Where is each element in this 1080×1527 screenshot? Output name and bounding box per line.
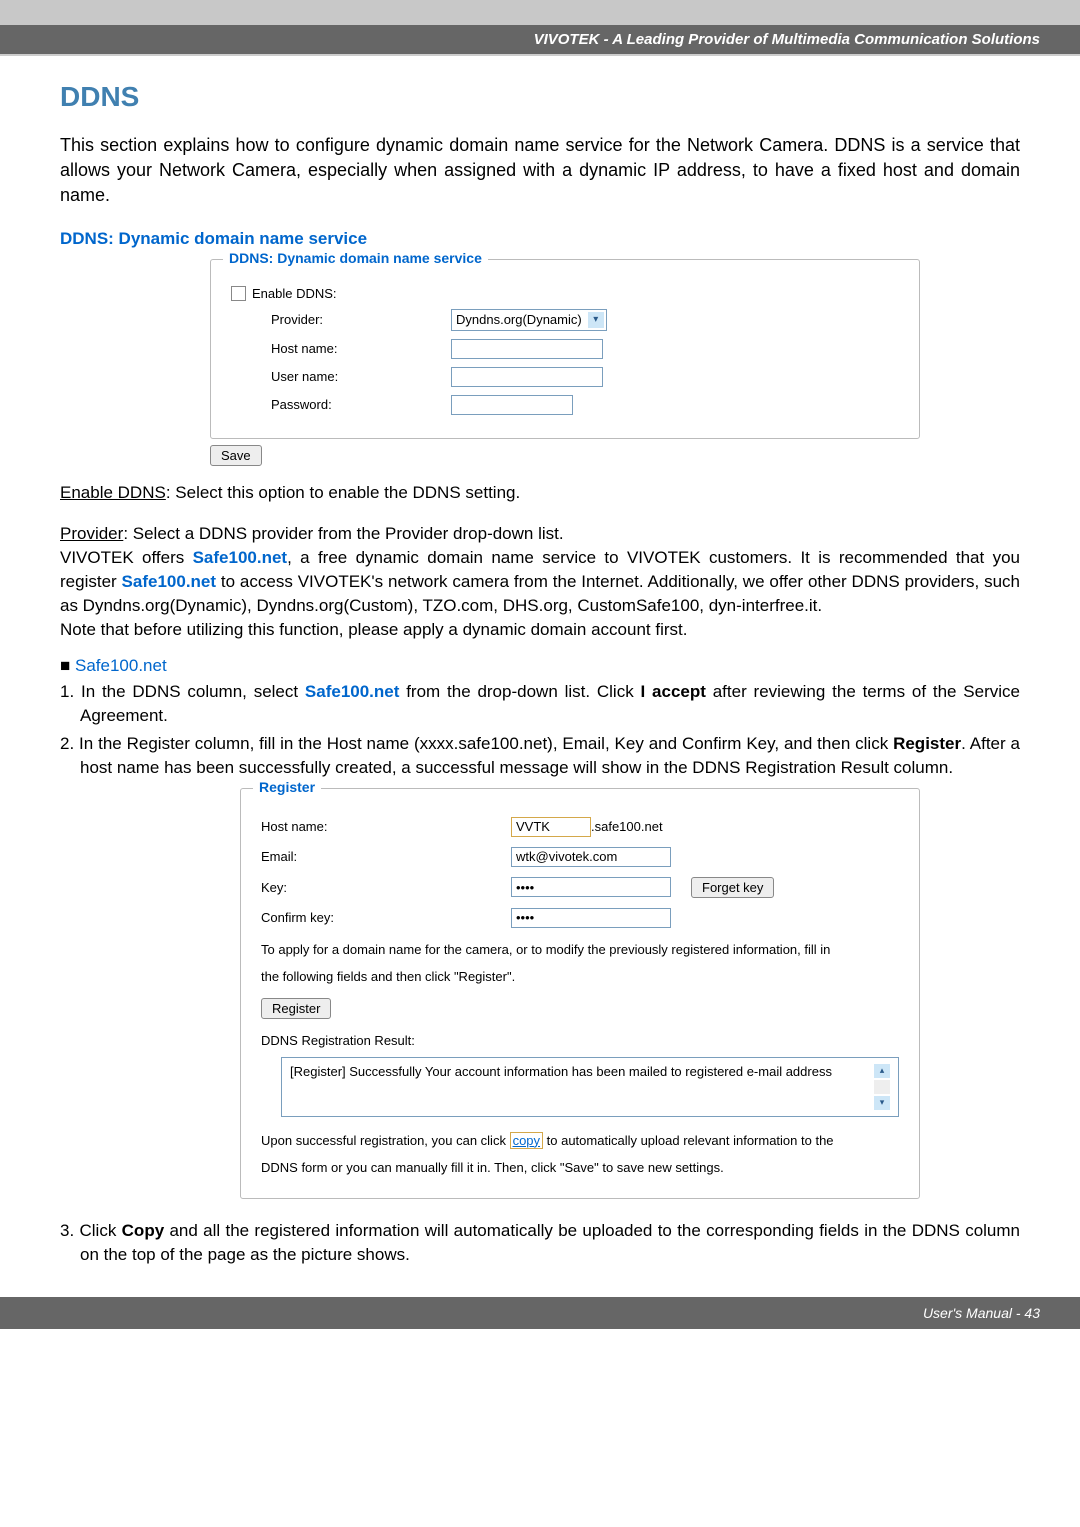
- reg-email-label: Email:: [261, 849, 511, 864]
- hostname-suffix: .safe100.net: [591, 819, 663, 834]
- reg-desc-1: To apply for a domain name for the camer…: [261, 938, 899, 961]
- safe100-heading: ■ Safe100.net: [60, 656, 1020, 676]
- password-input[interactable]: [451, 395, 573, 415]
- password-label: Password:: [231, 397, 451, 412]
- reg-key-label: Key:: [261, 880, 511, 895]
- reg-confirmkey-input[interactable]: ••••: [511, 908, 671, 928]
- step-1: 1. In the DDNS column, select Safe100.ne…: [60, 680, 1020, 728]
- hostname-label: Host name:: [231, 341, 451, 356]
- reg-hostname-input[interactable]: VVTK: [511, 817, 591, 837]
- reg-hostname-row: Host name: VVTK .safe100.net: [261, 817, 899, 837]
- reg-desc-2: the following fields and then click "Reg…: [261, 965, 899, 988]
- reg-hostname-label: Host name:: [261, 819, 511, 834]
- reg-key-row: Key: •••• Forget key: [261, 877, 899, 898]
- result-label: DDNS Registration Result:: [261, 1029, 899, 1052]
- page-footer: User's Manual - 43: [0, 1297, 1080, 1329]
- enable-ddns-checkbox[interactable]: [231, 286, 246, 301]
- result-text: [Register] Successfully Your account inf…: [290, 1064, 832, 1079]
- step-2: 2. In the Register column, fill in the H…: [60, 732, 1020, 780]
- chevron-down-icon: ▾: [588, 312, 604, 328]
- reg-confirmkey-label: Confirm key:: [261, 910, 511, 925]
- enable-ddns-row: Enable DDNS:: [231, 286, 899, 301]
- safe100-link: Safe100.net: [193, 548, 288, 567]
- save-button[interactable]: Save: [210, 445, 262, 466]
- reg-footer-1: Upon successful registration, you can cl…: [261, 1129, 899, 1152]
- register-legend: Register: [253, 779, 321, 795]
- register-fieldset: Register Host name: VVTK .safe100.net Em…: [240, 788, 920, 1200]
- ddns-form-screenshot: DDNS: Dynamic domain name service Enable…: [210, 259, 920, 466]
- provider-select[interactable]: Dyndns.org(Dynamic) ▾: [451, 309, 607, 331]
- scroll-track: [874, 1080, 890, 1094]
- reg-email-input[interactable]: wtk@vivotek.com: [511, 847, 671, 867]
- username-label: User name:: [231, 369, 451, 384]
- provider-term: Provider: [60, 524, 123, 543]
- password-row: Password:: [231, 395, 899, 415]
- forget-key-button[interactable]: Forget key: [691, 877, 774, 898]
- hostname-input[interactable]: [451, 339, 603, 359]
- hostname-row: Host name:: [231, 339, 899, 359]
- scroll-down-icon[interactable]: ▾: [874, 1096, 890, 1110]
- reg-footer-2: DDNS form or you can manually fill it in…: [261, 1156, 899, 1179]
- page-title: DDNS: [60, 81, 1020, 113]
- register-button[interactable]: Register: [261, 998, 331, 1019]
- top-band: [0, 0, 1080, 25]
- subsection-title: DDNS: Dynamic domain name service: [60, 229, 1020, 249]
- username-input[interactable]: [451, 367, 603, 387]
- scroll-up-icon[interactable]: ▴: [874, 1064, 890, 1078]
- ddns-fieldset: DDNS: Dynamic domain name service Enable…: [210, 259, 920, 439]
- header-divider: [0, 54, 1080, 56]
- safe100-link-3: Safe100.net: [305, 682, 400, 701]
- enable-ddns-term: Enable DDNS: [60, 483, 166, 502]
- step-3: 3. Click Copy and all the registered inf…: [60, 1219, 1020, 1267]
- enable-ddns-description: Enable DDNS: Select this option to enabl…: [60, 481, 1020, 505]
- register-form-screenshot: Register Host name: VVTK .safe100.net Em…: [240, 788, 920, 1200]
- header-bar: VIVOTEK - A Leading Provider of Multimed…: [0, 25, 1080, 54]
- scrollbar[interactable]: ▴ ▾: [874, 1064, 890, 1110]
- username-row: User name:: [231, 367, 899, 387]
- reg-key-input[interactable]: ••••: [511, 877, 671, 897]
- intro-paragraph: This section explains how to configure d…: [60, 133, 1020, 209]
- copy-link[interactable]: copy: [510, 1132, 543, 1149]
- provider-value: Dyndns.org(Dynamic): [456, 312, 582, 327]
- provider-description: Provider: Select a DDNS provider from th…: [60, 522, 1020, 641]
- provider-row: Provider: Dyndns.org(Dynamic) ▾: [231, 309, 899, 331]
- provider-label: Provider:: [231, 312, 451, 327]
- reg-email-row: Email: wtk@vivotek.com: [261, 847, 899, 867]
- reg-confirmkey-row: Confirm key: ••••: [261, 908, 899, 928]
- ddns-legend: DDNS: Dynamic domain name service: [223, 250, 488, 266]
- content-area: DDNS This section explains how to config…: [0, 81, 1080, 1297]
- header-title: VIVOTEK - A Leading Provider of Multimed…: [534, 31, 1040, 48]
- safe100-link-2: Safe100.net: [122, 572, 217, 591]
- footer-text: User's Manual - 43: [923, 1305, 1040, 1321]
- enable-ddns-label: Enable DDNS:: [252, 286, 337, 301]
- result-box: [Register] Successfully Your account inf…: [281, 1057, 899, 1117]
